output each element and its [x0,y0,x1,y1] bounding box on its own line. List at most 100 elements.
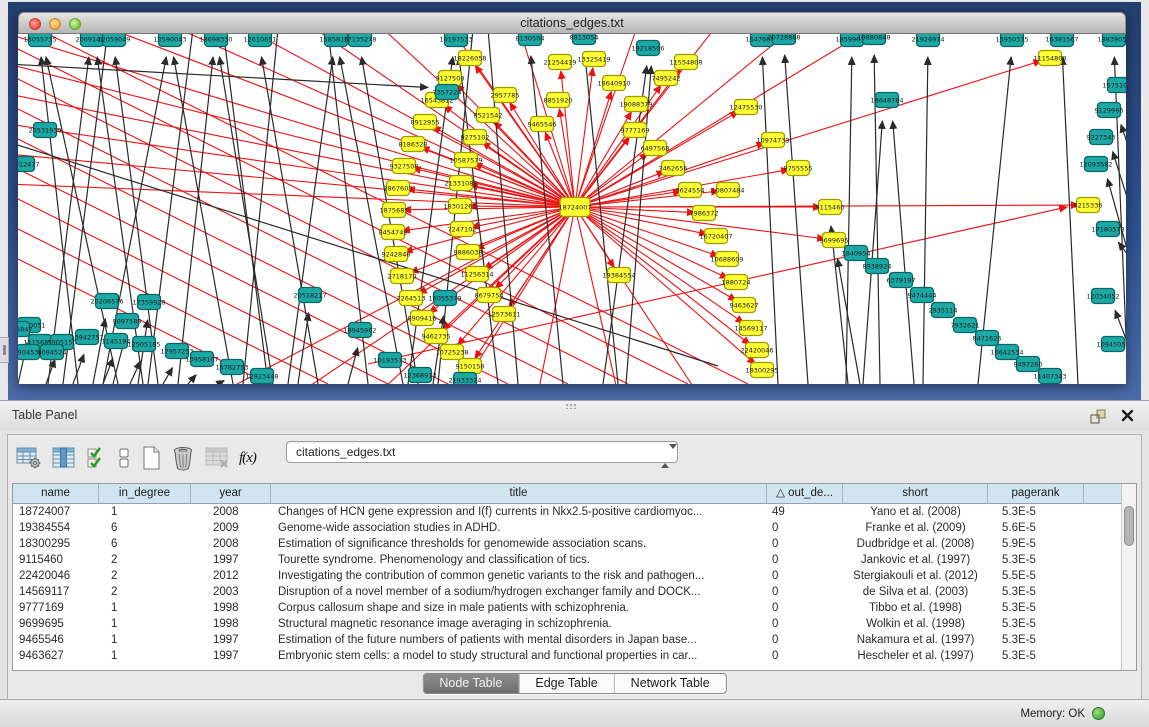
graph-edge[interactable] [18,64,428,87]
graph-node-label: 13942757 [70,333,103,341]
graph-node-label: 10193573 [373,356,406,364]
graph-node-label: 8521542 [474,111,503,119]
table-cell: 1 [99,648,191,664]
graph-edge[interactable] [18,164,448,384]
graph-node-label: 9462735 [422,332,451,340]
table-cell: 0 [767,568,843,584]
scrollbar-thumb[interactable] [1124,506,1134,546]
graph-edge[interactable] [561,71,575,207]
graph-edge[interactable] [1062,57,1078,384]
graph-edge[interactable] [495,207,575,289]
graph-node-label: 1875685 [380,206,409,214]
graph-edge[interactable] [98,34,575,207]
graph-edge[interactable] [402,207,575,231]
column-header-name[interactable]: name [13,484,99,504]
network-window[interactable]: citations_edges.txt 18724007182260589127… [18,12,1126,384]
table-cell: 14569117 [13,584,99,600]
graph-edge[interactable] [218,380,224,384]
table-cell: 2 [99,568,191,584]
delete-table-icon-disabled[interactable] [204,444,230,472]
graph-node-label: 12923448 [245,372,278,380]
graph-node-label: 8471626 [973,334,1002,342]
graph-node-label: 8215336 [1074,201,1103,209]
graph-edge[interactable] [893,121,914,384]
graph-node-label: 17359928 [132,298,165,306]
graph-edge[interactable] [148,34,193,384]
table-row[interactable]: 1830029562008Estimation of significance … [13,536,1136,552]
graph-edge[interactable] [459,57,498,384]
tab-network-table[interactable]: Network Table [614,674,726,693]
table-row[interactable]: 977716911998Corpus callosum shape and si… [13,600,1136,616]
column-header-pagerank[interactable]: pagerank [988,484,1084,504]
table-selector-dropdown[interactable]: citations_edges.txt [286,441,678,463]
table-row[interactable]: 969969511998Structural magnetic resonanc… [13,616,1136,632]
close-traffic-light-icon[interactable] [29,18,41,30]
graph-node-label: 18640910 [597,79,630,87]
graph-edge[interactable] [103,358,113,384]
table-cell: 2 [99,584,191,600]
table-cell: 5.5E-5 [988,568,1084,584]
function-builder-icon[interactable]: f(x) [239,444,256,472]
table-row[interactable]: 946554611997Estimation of the future num… [13,632,1136,648]
checkbox-list-icon[interactable] [117,444,131,472]
panel-resize-grip[interactable] [565,403,577,409]
table-row[interactable]: 1872400712008Changes of HCN gene express… [13,504,1136,520]
graph-edge[interactable] [575,207,618,384]
network-window-titlebar[interactable]: citations_edges.txt [18,12,1126,34]
delete-column-trash-icon[interactable] [171,444,195,472]
column-header-in_degree[interactable]: in_degree [99,484,191,504]
select-rows-icon[interactable] [86,444,108,472]
graph-edge[interactable] [163,368,172,384]
graph-edge[interactable] [923,57,928,384]
table-cell: 5.3E-5 [988,504,1084,520]
graph-edge[interactable] [538,207,575,384]
graph-node-label: 8851920 [544,96,573,104]
zoom-traffic-light-icon[interactable] [69,18,81,30]
table-row[interactable]: 911546021997Tourette syndrome. Phenomeno… [13,552,1136,568]
network-canvas[interactable]: 1872400718226058912750816543812891295581… [18,34,1126,384]
column-header-title[interactable]: title [271,484,767,504]
table-cell: 0 [767,552,843,568]
table-row[interactable]: 1456911722003Disruption of a novel membe… [13,584,1136,600]
create-column-icon[interactable] [140,444,162,472]
network-desktop: citations_edges.txt 18724007182260589127… [8,2,1141,400]
graph-node-label: 9886038 [454,248,483,256]
table-settings-icon[interactable] [16,444,42,472]
float-panel-icon[interactable] [1089,409,1107,425]
table-cell: Jankovic et al. (1997) [843,552,988,568]
table-row[interactable]: 1938455462009Genome-wide association stu… [13,520,1136,536]
graph-node-label: 20518217 [293,291,326,299]
tab-edge-table[interactable]: Edge Table [518,674,613,693]
table-scrollbar[interactable] [1121,484,1136,670]
table-row[interactable]: 946362711997Embryonic stem cells: a mode… [13,648,1136,664]
close-panel-icon[interactable] [1120,408,1135,423]
graph-edge[interactable] [188,375,196,384]
graph-node-label: 12475530 [729,103,762,111]
graph-edge[interactable] [762,57,778,384]
table-row[interactable]: 2242004622012Investigating the contribut… [13,568,1136,584]
column-header-year[interactable]: year [191,484,271,504]
tab-node-table[interactable]: Node Table [423,674,518,693]
graph-node-label: 11407343 [1033,372,1066,380]
left-drawer-handle[interactable] [0,337,9,363]
graph-edge[interactable] [403,207,575,210]
graph-edge[interactable] [219,57,273,384]
column-header-short[interactable]: short [843,484,988,504]
column-header-out_de[interactable]: △ out_de... [767,484,843,504]
minimize-traffic-light-icon[interactable] [49,18,61,30]
graph-edge[interactable] [174,57,233,384]
network-graph[interactable]: 1872400718226058912750816543812891295581… [18,34,1126,384]
show-columns-icon[interactable] [51,444,77,472]
graph-edge[interactable] [348,348,358,384]
graph-edge[interactable] [575,207,698,384]
graph-node-label: 9465546 [528,120,557,128]
table-cell: 1997 [191,648,271,664]
graph-edge[interactable] [93,319,105,384]
table-panel-header: Table Panel [0,401,1149,431]
table-cell: 0 [767,600,843,616]
table-cell: 49 [767,504,843,520]
graph-node-label: 10587579 [449,156,482,164]
graph-edge[interactable] [785,55,808,384]
graph-node-label: 21331082 [444,179,477,187]
graph-node-label: 2957785 [491,91,520,99]
